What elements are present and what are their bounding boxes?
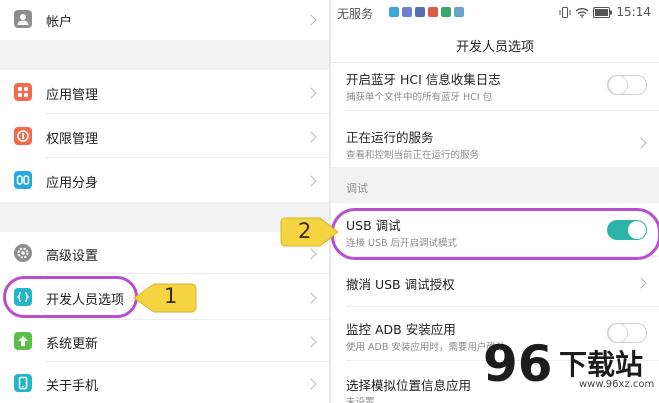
settings-item-about-phone[interactable]: 关于手机 xyxy=(0,362,329,403)
setting-subtitle: 使用 ADB 安装应用时，需要用户确认 xyxy=(346,342,506,353)
clock: 15:14 xyxy=(616,5,651,19)
watermark-url: www.96xz.com xyxy=(579,379,655,390)
setting-subtitle: 查看和控制当前正在运行的服务 xyxy=(346,150,480,161)
setting-title: 选择模拟位置信息应用 xyxy=(346,378,472,393)
setting-subtitle: 捕获单个文件中的所有蓝牙 HCI 包 xyxy=(346,92,493,103)
settings-item-label: 系统更新 xyxy=(46,337,99,352)
settings-item-account[interactable]: 帐户 xyxy=(0,0,329,40)
page-title: 开发人员选项 xyxy=(455,40,534,55)
watermark: 96 下载站 www.96xz.com xyxy=(483,335,655,399)
notification-icon xyxy=(441,7,451,17)
setting-title: 撤消 USB 调试授权 xyxy=(346,277,455,292)
title-bar: 开发人员选项 xyxy=(331,26,659,63)
chevron-right-icon xyxy=(305,248,317,260)
settings-item-label: 应用管理 xyxy=(46,88,99,103)
vibrate-icon xyxy=(559,7,571,18)
section-header-debug: 调试 xyxy=(331,167,659,203)
update-arrow-icon xyxy=(14,332,32,350)
setting-revoke-usb-auth[interactable]: 撤消 USB 调试授权 xyxy=(331,257,659,307)
settings-item-label: 高级设置 xyxy=(46,249,99,264)
settings-item-label: 权限管理 xyxy=(46,132,99,147)
section-gap xyxy=(0,40,329,70)
watermark-text: 下载站 xyxy=(559,348,644,381)
settings-item-system-update[interactable]: 系统更新 xyxy=(0,320,329,362)
app-twin-icon xyxy=(14,171,32,189)
wifi-icon xyxy=(575,8,589,18)
chevron-right-icon xyxy=(305,131,317,143)
setting-bluetooth-hci-log[interactable]: 开启蓝牙 HCI 信息收集日志 捕获单个文件中的所有蓝牙 HCI 包 xyxy=(331,63,659,111)
chevron-right-icon xyxy=(635,137,647,149)
permission-icon xyxy=(14,127,32,145)
settings-list-pane: 帐户 应用管理 权限管理 应用分身 高级设置 开发人员选项 系统更新 关于手机 xyxy=(0,0,329,403)
notification-icons xyxy=(389,7,467,26)
notification-icon xyxy=(389,7,399,17)
notification-icon xyxy=(454,7,464,17)
carrier-status: 无服务 xyxy=(337,7,374,21)
apps-icon xyxy=(14,83,32,101)
bluetooth-hci-log-toggle[interactable] xyxy=(607,75,647,95)
chevron-right-icon xyxy=(635,277,647,289)
setting-title: 正在运行的服务 xyxy=(346,130,434,145)
settings-item-label: 帐户 xyxy=(46,15,73,30)
settings-item-label: 关于手机 xyxy=(46,379,99,394)
notification-icon xyxy=(428,7,438,17)
settings-item-label: 应用分身 xyxy=(46,176,99,191)
setting-running-services[interactable]: 正在运行的服务 查看和控制当前正在运行的服务 xyxy=(331,111,659,167)
section-title: 调试 xyxy=(346,182,368,195)
setting-title: 开启蓝牙 HCI 信息收集日志 xyxy=(346,72,501,87)
setting-title: 监控 ADB 安装应用 xyxy=(346,322,456,337)
chevron-right-icon xyxy=(305,336,317,348)
chevron-right-icon xyxy=(305,292,317,304)
gear-icon xyxy=(14,244,32,262)
callout-number-2: 2 xyxy=(298,219,312,243)
settings-item-permission[interactable]: 权限管理 xyxy=(0,114,329,158)
highlight-usb-debugging xyxy=(331,208,659,260)
watermark-logo-number: 96 xyxy=(483,335,553,393)
setting-subtitle: 未设置 xyxy=(346,397,375,403)
settings-item-app-management[interactable]: 应用管理 xyxy=(0,70,329,114)
status-bar: 无服务 15:14 xyxy=(331,0,659,26)
battery-icon xyxy=(592,7,612,18)
notification-icon xyxy=(402,7,412,17)
settings-item-app-twin[interactable]: 应用分身 xyxy=(0,158,329,202)
phone-icon xyxy=(14,374,32,392)
chevron-right-icon xyxy=(305,175,317,187)
callout-number-1: 1 xyxy=(164,284,178,308)
chevron-right-icon xyxy=(305,378,317,390)
chevron-right-icon xyxy=(305,14,317,26)
highlight-developer-options xyxy=(3,276,138,318)
chevron-right-icon xyxy=(305,87,317,99)
status-right: 15:14 xyxy=(559,5,651,19)
notification-icon xyxy=(415,7,425,17)
account-icon xyxy=(14,10,32,28)
